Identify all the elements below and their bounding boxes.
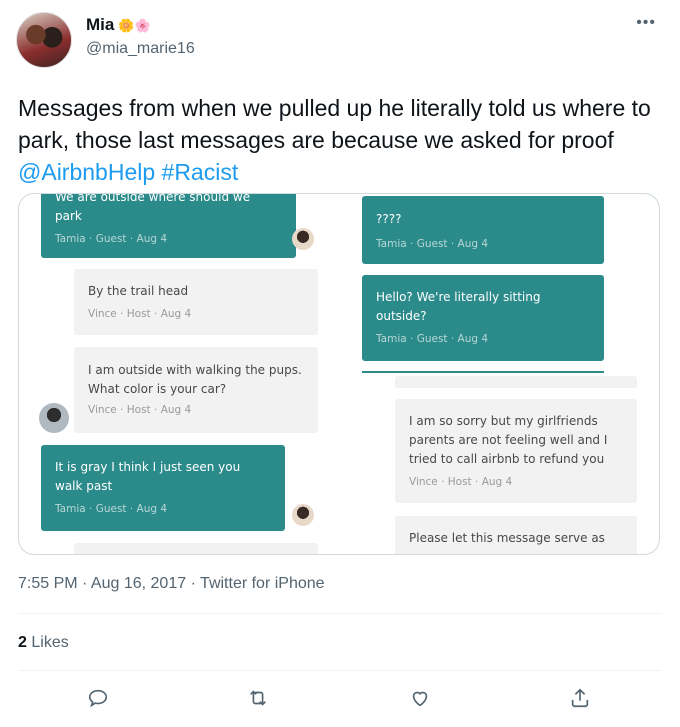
message-text: It is gray I think I just seen you walk …	[55, 460, 241, 493]
tweet-media[interactable]: We are outside where should we park Tami…	[18, 193, 660, 555]
name-emoji: 🌼🌸	[118, 18, 151, 33]
retweet-icon[interactable]	[244, 684, 272, 712]
message-text: Please let this message serve as	[409, 531, 605, 545]
message-bubble-partial	[395, 376, 637, 388]
message-meta: Tamia · Guest · Aug 4	[376, 238, 489, 250]
divider	[18, 670, 662, 671]
message-text: By the trail head	[88, 284, 189, 298]
message-bubble: I am outside with walking the pups. What…	[74, 347, 318, 433]
host-avatar	[39, 403, 69, 433]
message-text: I am outside with walking the pups. What…	[88, 363, 302, 396]
like-icon[interactable]	[406, 684, 434, 712]
author-name-text: Mia	[86, 15, 115, 34]
message-bubble: I am so sorry but my girlfriends parents…	[395, 399, 637, 503]
mention-link[interactable]: @AirbnbHelp	[18, 159, 155, 185]
tweet-text: Messages from when we pulled up he liter…	[18, 92, 658, 188]
tweet-body: Messages from when we pulled up he liter…	[18, 95, 651, 153]
author-name[interactable]: Mia 🌼🌸	[86, 15, 151, 35]
message-text: ????	[376, 212, 402, 226]
reply-icon[interactable]	[84, 684, 112, 712]
likes-label: Likes	[31, 634, 69, 651]
hashtag-link[interactable]: #Racist	[162, 159, 239, 185]
message-bubble: ???? Tamia · Guest · Aug 4	[362, 196, 604, 264]
likes-number: 2	[18, 634, 27, 651]
message-text: Hello? We're literally sitting outside?	[376, 290, 541, 323]
message-bubble: It is gray I think I just seen you walk …	[41, 445, 285, 531]
likes-count[interactable]: 2 Likes	[18, 634, 69, 652]
divider	[18, 613, 662, 614]
author-avatar[interactable]	[16, 12, 72, 68]
message-meta: Vince · Host · Aug 4	[409, 476, 513, 488]
author-handle[interactable]: @mia_marie16	[86, 40, 195, 58]
share-icon[interactable]	[566, 684, 594, 712]
more-icon[interactable]: •••	[636, 14, 656, 32]
guest-avatar	[292, 504, 314, 526]
message-bubble: By the trail head Vince · Host · Aug 4	[74, 269, 318, 335]
message-bubble: We are outside where should we park Tami…	[41, 193, 296, 258]
message-text: I am so sorry but my girlfriends parents…	[409, 414, 608, 466]
separator-line	[362, 371, 604, 373]
message-bubble: Please let this message serve as	[395, 516, 637, 554]
message-bubble: Hello? We're literally sitting outside? …	[362, 275, 604, 361]
message-bubble-partial	[74, 543, 318, 554]
message-meta: Tamia · Guest · Aug 4	[55, 503, 168, 515]
message-meta: Tamia · Guest · Aug 4	[55, 233, 168, 245]
message-meta: Vince · Host · Aug 4	[88, 404, 192, 416]
message-meta: Vince · Host · Aug 4	[88, 308, 192, 320]
message-text: We are outside where should we park	[55, 193, 251, 223]
message-meta: Tamia · Guest · Aug 4	[376, 333, 489, 345]
tweet-timestamp[interactable]: 7:55 PM · Aug 16, 2017 · Twitter for iPh…	[18, 575, 325, 593]
guest-avatar	[292, 228, 314, 250]
